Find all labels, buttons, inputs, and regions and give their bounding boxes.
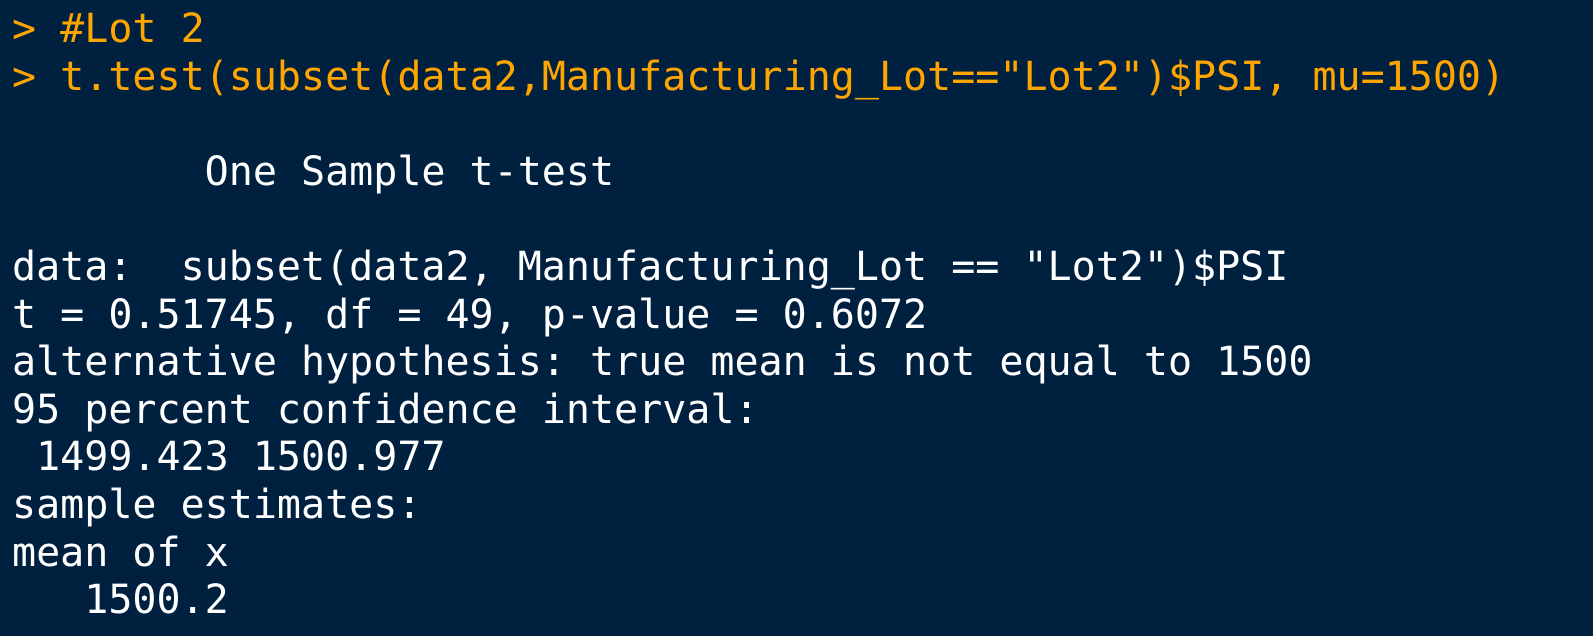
confidence-interval-values: 1499.423 1500.977 [12, 434, 446, 481]
blank-output-line [12, 101, 1593, 149]
command-line: > #Lot 2 [12, 6, 1593, 54]
prompt-symbol: > [12, 6, 61, 52]
mean-value: 1500.2 [12, 577, 229, 624]
r-console[interactable]: > #Lot 2 > t.test(subset(data2,Manufactu… [0, 0, 1593, 636]
blank-output-line [12, 196, 1593, 244]
mean-label: mean of x [12, 529, 229, 576]
prompt-symbol: > [12, 53, 61, 100]
test-statistics: t = 0.51745, df = 49, p-value = 0.6072 [12, 291, 928, 338]
data-description: data: subset(data2, Manufacturing_Lot ==… [12, 243, 1289, 290]
sample-estimates-label: sample estimates: [12, 481, 422, 528]
command-text: #Lot 2 [60, 6, 205, 52]
alternative-hypothesis: alternative hypothesis: true mean is not… [12, 339, 1313, 386]
command-text: t.test(subset(data2,Manufacturing_Lot=="… [60, 53, 1506, 100]
test-title: One Sample t-test [12, 148, 615, 195]
command-line: > t.test(subset(data2,Manufacturing_Lot=… [12, 54, 1593, 102]
confidence-interval-label: 95 percent confidence interval: [12, 386, 759, 433]
